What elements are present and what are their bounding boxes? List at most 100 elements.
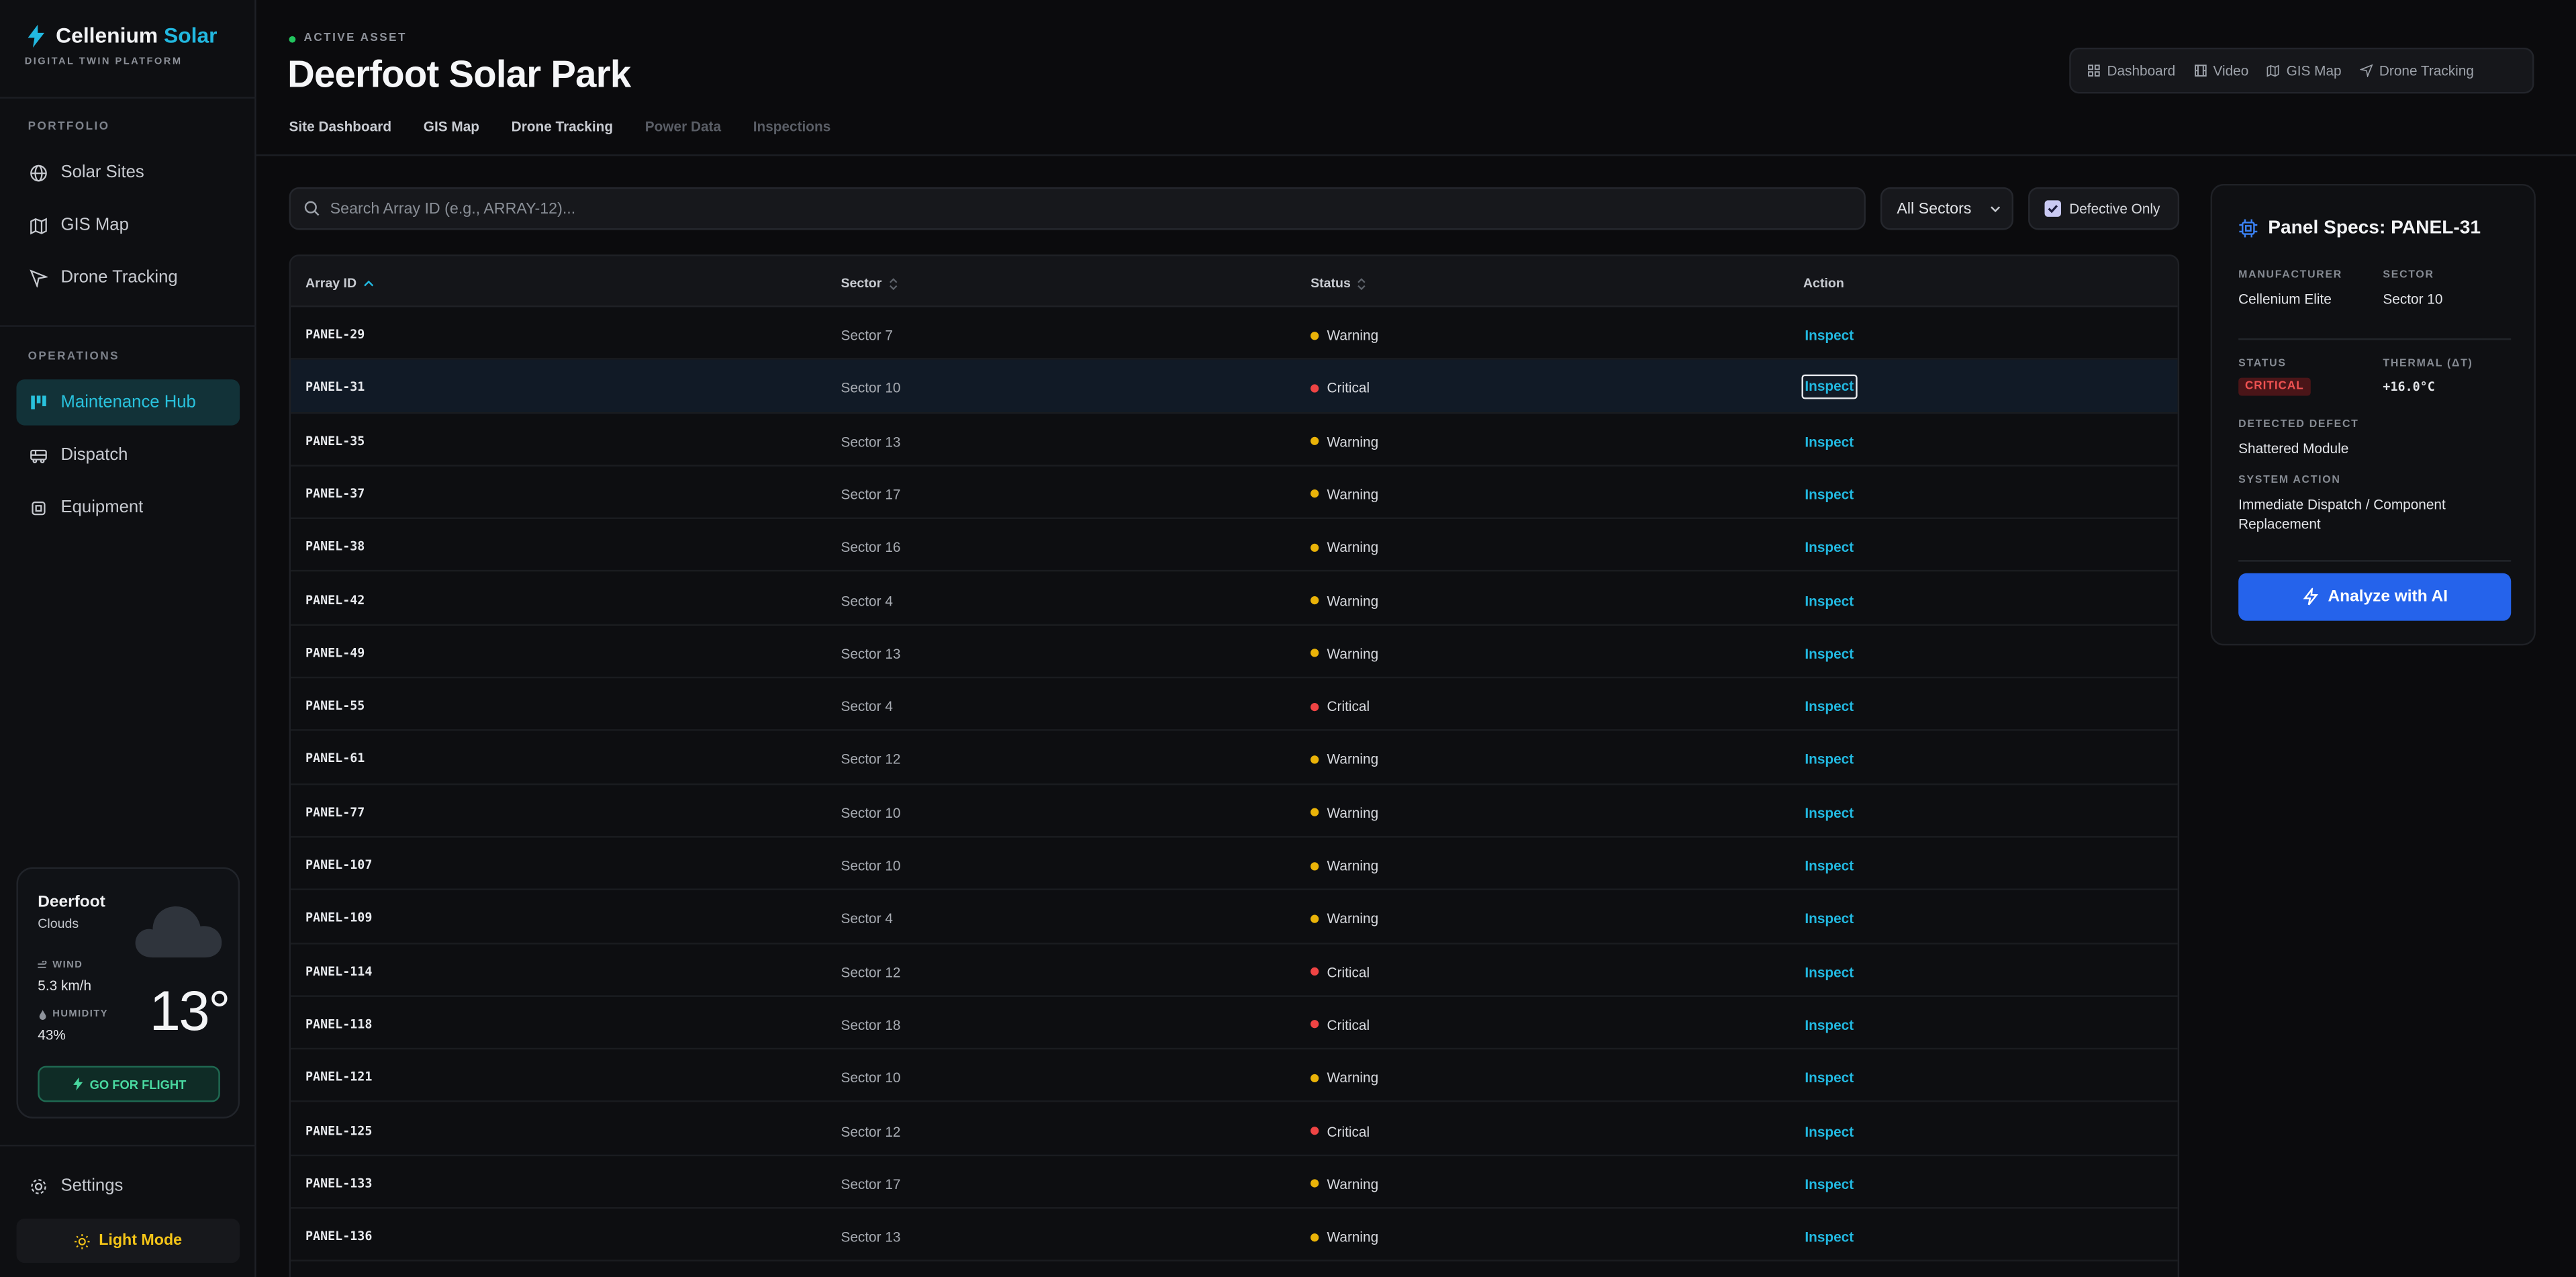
- table-row[interactable]: PANEL-29 Sector 7 Warning Inspect: [290, 307, 2178, 361]
- defective-only-checkbox[interactable]: [2044, 200, 2061, 217]
- sidebar-item-gis-map[interactable]: GIS Map: [16, 202, 240, 248]
- quick-link-drone-tracking[interactable]: Drone Tracking: [2359, 62, 2474, 79]
- inspect-button[interactable]: Inspect: [1803, 696, 1856, 718]
- table-row[interactable]: PANEL-121 Sector 10 Warning Inspect: [290, 1050, 2178, 1103]
- sidebar-item-drone-tracking[interactable]: Drone Tracking: [16, 254, 240, 300]
- quick-link-dashboard[interactable]: Dashboard: [2087, 62, 2175, 79]
- quick-link-gis-map[interactable]: GIS Map: [2267, 62, 2342, 79]
- table-row[interactable]: PANEL-136 Sector 13 Warning Inspect: [290, 1209, 2178, 1262]
- sector-select-value: All Sectors: [1897, 199, 1972, 218]
- inspect-button[interactable]: Inspect: [1803, 325, 1856, 346]
- status-cell: Warning: [1310, 751, 1378, 767]
- status-label: STATUS: [2238, 358, 2287, 370]
- sidebar-item-solar-sites[interactable]: Solar Sites: [16, 150, 240, 195]
- inspect-button[interactable]: Inspect: [1803, 484, 1856, 506]
- status-dot: [1310, 702, 1319, 711]
- inspect-button[interactable]: Inspect: [1803, 1014, 1856, 1036]
- inspect-button[interactable]: Inspect: [1803, 590, 1856, 612]
- inspect-button[interactable]: Inspect: [1803, 855, 1856, 877]
- sun-icon: [75, 1233, 90, 1249]
- array-id-cell: PANEL-31: [305, 379, 365, 395]
- sector-cell: Sector 10: [841, 857, 901, 874]
- inspect-button[interactable]: Inspect: [1803, 643, 1856, 665]
- header-divider: [256, 154, 2576, 156]
- sector-cell: Sector 17: [841, 485, 901, 503]
- table-row[interactable]: PANEL-61 Sector 12 Warning Inspect: [290, 732, 2178, 785]
- inspect-button[interactable]: Inspect: [1803, 1227, 1856, 1249]
- status-dot: [1310, 330, 1319, 340]
- analyze-with-ai-button[interactable]: Analyze with AI: [2238, 573, 2512, 621]
- table-row[interactable]: PANEL-109 Sector 4 Warning Inspect: [290, 891, 2178, 944]
- table-row[interactable]: PANEL-31 Sector 10 Critical Inspect: [290, 360, 2178, 414]
- inspect-button[interactable]: Inspect: [1803, 749, 1856, 771]
- kanban-icon: [31, 395, 46, 409]
- table-row[interactable]: PANEL-118 Sector 18 Critical Inspect: [290, 997, 2178, 1050]
- sidebar-item-label: Solar Sites: [60, 162, 144, 183]
- brand-logo[interactable]: Cellenium Solar: [26, 23, 218, 48]
- sector-cell: Sector 18: [841, 1016, 901, 1033]
- weather-city: Deerfoot: [38, 893, 105, 912]
- table-row[interactable]: PANEL-42 Sector 4 Warning Inspect: [290, 573, 2178, 626]
- weather-condition: Clouds: [38, 916, 79, 931]
- table-row[interactable]: PANEL-55 Sector 4 Critical Inspect: [290, 679, 2178, 732]
- manufacturer-value: Cellenium Elite: [2238, 290, 2332, 308]
- sector-select[interactable]: All Sectors: [1880, 187, 2014, 230]
- tab-drone-tracking[interactable]: Drone Tracking: [512, 118, 613, 134]
- settings-button[interactable]: Settings: [30, 1176, 123, 1196]
- light-mode-toggle[interactable]: Light Mode: [16, 1219, 240, 1264]
- inspect-button[interactable]: Inspect: [1803, 431, 1856, 453]
- quick-link-video[interactable]: Video: [2193, 62, 2248, 79]
- divider: [0, 325, 256, 327]
- sidebar-item-maintenance-hub[interactable]: Maintenance Hub: [16, 379, 240, 426]
- table-row[interactable]: PANEL-133 Sector 17 Warning Inspect: [290, 1156, 2178, 1209]
- status-dot: [1310, 489, 1319, 499]
- search-field[interactable]: [289, 187, 1866, 230]
- status-dot: [1310, 1021, 1319, 1029]
- column-status[interactable]: Status: [1310, 276, 1367, 291]
- sector-cell: Sector 10: [841, 379, 901, 397]
- globe-icon: [30, 164, 47, 181]
- defective-only-toggle[interactable]: Defective Only: [2028, 187, 2180, 230]
- sidebar-item-dispatch[interactable]: Dispatch: [16, 432, 240, 477]
- inspect-button[interactable]: Inspect: [1803, 537, 1856, 559]
- panel-specs-title: Panel Specs: PANEL-31: [2238, 218, 2481, 238]
- table-row[interactable]: PANEL-37 Sector 17 Warning Inspect: [290, 466, 2178, 520]
- brand-tagline: DIGITAL TWIN PLATFORM: [24, 57, 183, 68]
- inspect-button[interactable]: Inspect: [1801, 375, 1858, 400]
- inspect-button[interactable]: Inspect: [1803, 1068, 1856, 1089]
- status-dot: [1310, 596, 1319, 605]
- table-row[interactable]: PANEL-125 Sector 12 Critical Inspect: [290, 1103, 2178, 1156]
- inspect-button[interactable]: Inspect: [1803, 908, 1856, 930]
- cloud-icon: [135, 906, 222, 958]
- status-dot: [1310, 649, 1319, 658]
- active-asset-status: ACTIVE ASSET: [289, 33, 407, 44]
- tab-gis-map[interactable]: GIS Map: [424, 118, 479, 134]
- inspect-button[interactable]: Inspect: [1803, 961, 1856, 983]
- table-row[interactable]: PANEL-107 Sector 10 Warning Inspect: [290, 838, 2178, 891]
- go-for-flight-button[interactable]: GO FOR FLIGHT: [38, 1066, 220, 1102]
- search-input[interactable]: [330, 189, 1842, 229]
- inspect-button[interactable]: Inspect: [1803, 1174, 1856, 1196]
- bolt-icon: [2302, 587, 2318, 606]
- inspect-button[interactable]: Inspect: [1803, 802, 1856, 824]
- table-row[interactable]: PANEL-114 Sector 12 Critical Inspect: [290, 944, 2178, 997]
- table-row[interactable]: PANEL-35 Sector 13 Warning Inspect: [290, 413, 2178, 467]
- status-dot: [1310, 755, 1319, 764]
- column-sector[interactable]: Sector: [841, 276, 898, 291]
- array-id-cell: PANEL-77: [305, 804, 365, 819]
- inspect-button[interactable]: Inspect: [1803, 1121, 1856, 1143]
- table-row[interactable]: PANEL-49 Sector 13 Warning Inspect: [290, 626, 2178, 679]
- sidebar-item-label: Maintenance Hub: [60, 392, 196, 412]
- table-row[interactable]: PANEL-77 Sector 10 Warning Inspect: [290, 785, 2178, 838]
- column-array-id[interactable]: Array ID: [305, 276, 375, 291]
- array-id-cell: PANEL-35: [305, 432, 365, 448]
- table-row[interactable]: PANEL-38 Sector 16 Warning Inspect: [290, 519, 2178, 573]
- tab-site-dashboard[interactable]: Site Dashboard: [289, 118, 392, 134]
- status-dot: [1310, 542, 1319, 552]
- array-id-cell: PANEL-109: [305, 910, 373, 925]
- sidebar-item-equipment[interactable]: Equipment: [16, 485, 240, 530]
- sector-cell: Sector 10: [841, 1069, 901, 1086]
- divider: [2238, 338, 2512, 340]
- humidity-value: 43%: [38, 1026, 66, 1043]
- cpu-icon: [32, 500, 46, 514]
